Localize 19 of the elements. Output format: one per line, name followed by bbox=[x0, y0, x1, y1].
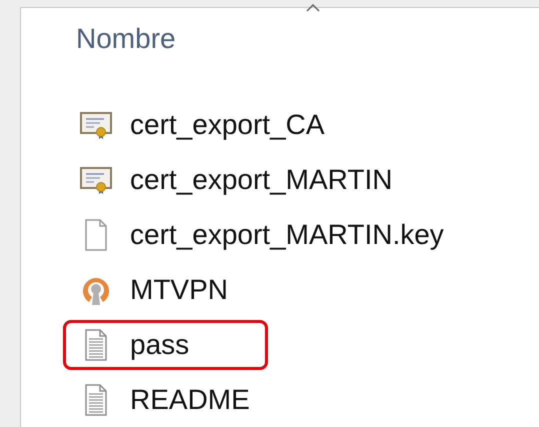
file-icon bbox=[84, 219, 108, 251]
file-name: MTVPN bbox=[130, 273, 228, 307]
file-name: cert_export_CA bbox=[130, 108, 325, 142]
file-name: README bbox=[130, 383, 250, 417]
certificate-icon bbox=[80, 165, 112, 195]
file-row[interactable]: README bbox=[63, 375, 268, 425]
column-header[interactable]: Nombre bbox=[76, 23, 176, 54]
file-row[interactable]: cert_export_MARTIN bbox=[63, 155, 404, 205]
file-row[interactable]: pass bbox=[63, 320, 268, 370]
file-row[interactable]: MTVPN bbox=[63, 265, 268, 315]
file-name: cert_export_MARTIN bbox=[130, 163, 392, 197]
file-name: pass bbox=[130, 328, 190, 362]
file-row[interactable]: cert_export_CA bbox=[63, 100, 336, 150]
file-row[interactable]: cert_export_MARTIN.key bbox=[63, 210, 455, 260]
text-file-icon bbox=[84, 329, 108, 361]
file-name: cert_export_MARTIN.key bbox=[130, 218, 444, 252]
certificate-icon bbox=[80, 110, 112, 140]
text-file-icon bbox=[84, 384, 108, 416]
sort-caret-icon bbox=[306, 4, 320, 12]
